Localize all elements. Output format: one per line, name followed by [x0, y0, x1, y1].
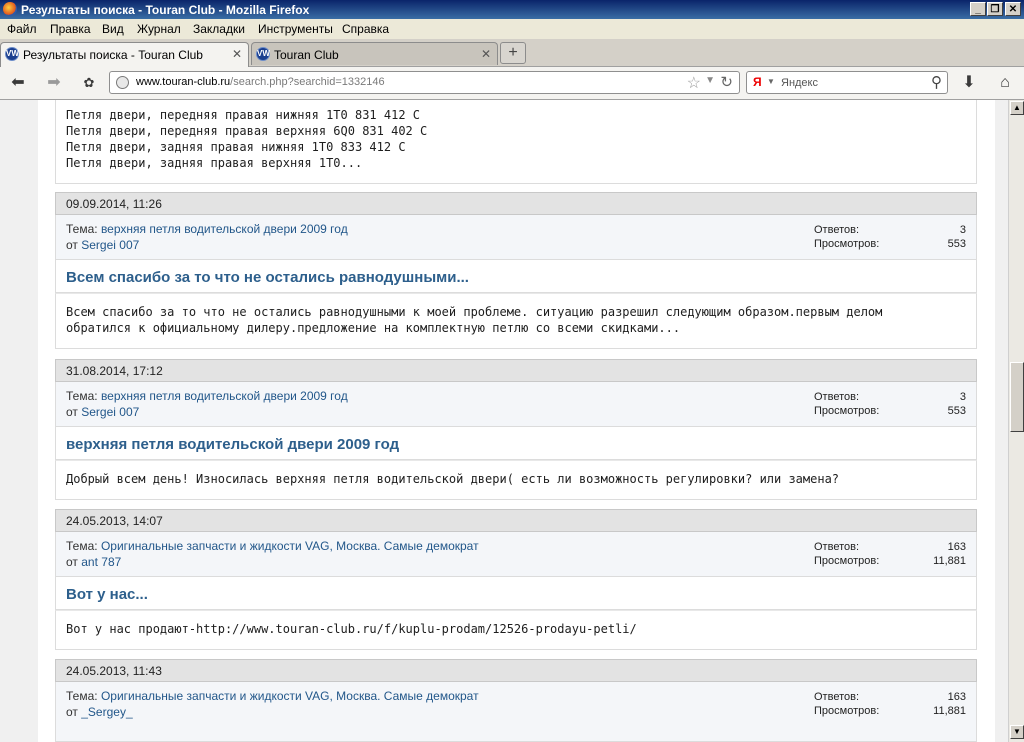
result-stats: Ответов: 3 Просмотров: 553	[814, 224, 966, 250]
snippet-line: Петля двери, задняя правая нижняя 1T0 83…	[66, 140, 406, 154]
result-excerpt: Добрый всем день! Износилась верхняя пет…	[55, 460, 977, 500]
menu-bar: Файл Правка Вид Журнал Закладки Инструме…	[0, 19, 1024, 39]
url-bar[interactable]: www.touran-club.ru/search.php?searchid=1…	[109, 71, 740, 94]
result-meta: Тема: верхняя петля водительской двери 2…	[55, 382, 977, 427]
site-identity-icon[interactable]: ✿	[79, 73, 99, 93]
tab-touran-club[interactable]: VW Touran Club ✕	[251, 42, 498, 65]
menu-history[interactable]: Журнал	[137, 22, 181, 36]
result-topic-row: Тема: верхняя петля водительской двери 2…	[66, 222, 348, 236]
result-topic-link[interactable]: верхняя петля водительской двери 2009 го…	[101, 389, 348, 403]
vertical-scrollbar[interactable]: ▲ ▼	[1008, 100, 1024, 742]
maximize-button[interactable]: ❐	[987, 2, 1003, 16]
result-topic-link[interactable]: верхняя петля водительской двери 2009 го…	[101, 222, 348, 236]
result-excerpt: Всем спасибо за то что не остались равно…	[55, 293, 977, 349]
close-window-button[interactable]: ✕	[1005, 2, 1021, 16]
result-meta: Тема: Оригинальные запчасти и жидкости V…	[55, 682, 977, 742]
result-author-link[interactable]: Sergei 007	[81, 405, 139, 419]
window-titlebar: Результаты поиска - Touran Club - Mozill…	[0, 0, 1024, 19]
result-author-row: от Sergei 007	[66, 405, 140, 419]
globe-icon	[116, 76, 129, 89]
result-topic-row: Тема: Оригинальные запчасти и жидкости V…	[66, 689, 479, 703]
replies-count: 3	[959, 391, 966, 403]
navigation-bar: ⬅ ➡ ✿ www.touran-club.ru/search.php?sear…	[0, 67, 1024, 100]
vw-favicon-icon: VW	[256, 47, 270, 61]
menu-edit[interactable]: Правка	[50, 22, 91, 36]
scroll-up-icon[interactable]: ▲	[1010, 101, 1024, 115]
tab-label: Touran Club	[274, 48, 339, 62]
search-engine-dropdown-icon[interactable]: ▼	[767, 77, 775, 86]
result-author-link[interactable]: ant 787	[81, 555, 121, 569]
menu-view[interactable]: Вид	[102, 22, 124, 36]
result-stats: Ответов: 163 Просмотров: 11,881	[814, 541, 966, 567]
search-input[interactable]: Яндекс	[781, 77, 818, 89]
downloads-icon[interactable]: ⬇	[959, 73, 979, 93]
result-date: 24.05.2013, 14:07	[55, 509, 977, 532]
search-bar[interactable]: Я ▼ Яндекс ⚲	[746, 71, 948, 94]
search-result: 24.05.2013, 11:43 Тема: Оригинальные зап…	[55, 659, 977, 742]
result-meta: Тема: Оригинальные запчасти и жидкости V…	[55, 532, 977, 577]
snippet-line: Петля двери, передняя правая верхняя 6Q0…	[66, 124, 428, 138]
replies-count: 163	[947, 541, 966, 553]
result-date: 31.08.2014, 17:12	[55, 359, 977, 382]
views-count: 553	[947, 405, 966, 417]
search-result: 24.05.2013, 14:07 Тема: Оригинальные зап…	[55, 509, 977, 650]
result-title-link[interactable]: Вот у нас...	[55, 577, 977, 610]
result-author-row: от Sergei 007	[66, 238, 140, 252]
menu-help[interactable]: Справка	[342, 22, 389, 36]
result-topic-link[interactable]: Оригинальные запчасти и жидкости VAG, Мо…	[101, 539, 479, 553]
back-button[interactable]: ⬅	[8, 73, 28, 93]
post-snippet: Петля двери, передняя правая нижняя 1T0 …	[55, 100, 977, 184]
forward-button[interactable]: ➡	[44, 73, 64, 93]
close-tab-icon[interactable]: ✕	[481, 47, 491, 61]
result-author-link[interactable]: Sergei 007	[81, 238, 139, 252]
snippet-line: Петля двери, задняя правая верхняя 1T0..…	[66, 156, 363, 170]
search-result: 09.09.2014, 11:26 Тема: верхняя петля во…	[55, 192, 977, 349]
search-icon[interactable]: ⚲	[931, 73, 942, 91]
firefox-icon	[3, 2, 17, 16]
url-dropdown-icon[interactable]: ▼	[705, 75, 715, 86]
views-count: 11,881	[933, 705, 966, 717]
bookmark-star-icon[interactable]: ☆	[687, 73, 701, 93]
tab-label: Результаты поиска - Touran Club	[23, 48, 203, 62]
home-icon[interactable]: ⌂	[995, 73, 1015, 93]
menu-file[interactable]: Файл	[7, 22, 37, 36]
reload-icon[interactable]: ↻	[720, 73, 733, 91]
result-excerpt: Вот у нас продают-http://www.touran-club…	[55, 610, 977, 650]
result-author-row: от ant 787	[66, 555, 122, 569]
result-stats: Ответов: 163 Просмотров: 11,881	[814, 691, 966, 717]
result-title-link[interactable]: Всем спасибо за то что не остались равно…	[55, 260, 977, 293]
replies-count: 163	[947, 691, 966, 703]
views-count: 553	[947, 238, 966, 250]
result-date: 24.05.2013, 11:43	[55, 659, 977, 682]
yandex-icon[interactable]: Я	[753, 75, 762, 89]
scroll-thumb[interactable]	[1010, 362, 1024, 432]
result-date: 09.09.2014, 11:26	[55, 192, 977, 215]
minimize-button[interactable]: _	[970, 2, 986, 16]
result-topic-row: Тема: верхняя петля водительской двери 2…	[66, 389, 348, 403]
close-tab-icon[interactable]: ✕	[232, 47, 242, 61]
result-meta: Тема: верхняя петля водительской двери 2…	[55, 215, 977, 260]
replies-count: 3	[959, 224, 966, 236]
result-topic-link[interactable]: Оригинальные запчасти и жидкости VAG, Мо…	[101, 689, 479, 703]
scroll-down-icon[interactable]: ▼	[1010, 725, 1024, 739]
result-title-link[interactable]: верхняя петля водительской двери 2009 го…	[55, 427, 977, 460]
search-result: 31.08.2014, 17:12 Тема: верхняя петля во…	[55, 359, 977, 500]
vw-favicon-icon: VW	[5, 47, 19, 61]
snippet-line: Петля двери, передняя правая нижняя 1T0 …	[66, 108, 421, 122]
new-tab-button[interactable]: +	[500, 42, 526, 64]
url-text[interactable]: www.touran-club.ru/search.php?searchid=1…	[136, 76, 385, 88]
result-topic-row: Тема: Оригинальные запчасти и жидкости V…	[66, 539, 479, 553]
views-count: 11,881	[933, 555, 966, 567]
menu-bookmarks[interactable]: Закладки	[193, 22, 245, 36]
result-author-row: от _Sergey_	[66, 705, 133, 719]
result-stats: Ответов: 3 Просмотров: 553	[814, 391, 966, 417]
result-author-link[interactable]: _Sergey_	[81, 705, 132, 719]
menu-tools[interactable]: Инструменты	[258, 22, 333, 36]
window-title: Результаты поиска - Touran Club - Mozill…	[21, 3, 310, 17]
tab-search-results[interactable]: VW Результаты поиска - Touran Club ✕	[0, 42, 249, 67]
